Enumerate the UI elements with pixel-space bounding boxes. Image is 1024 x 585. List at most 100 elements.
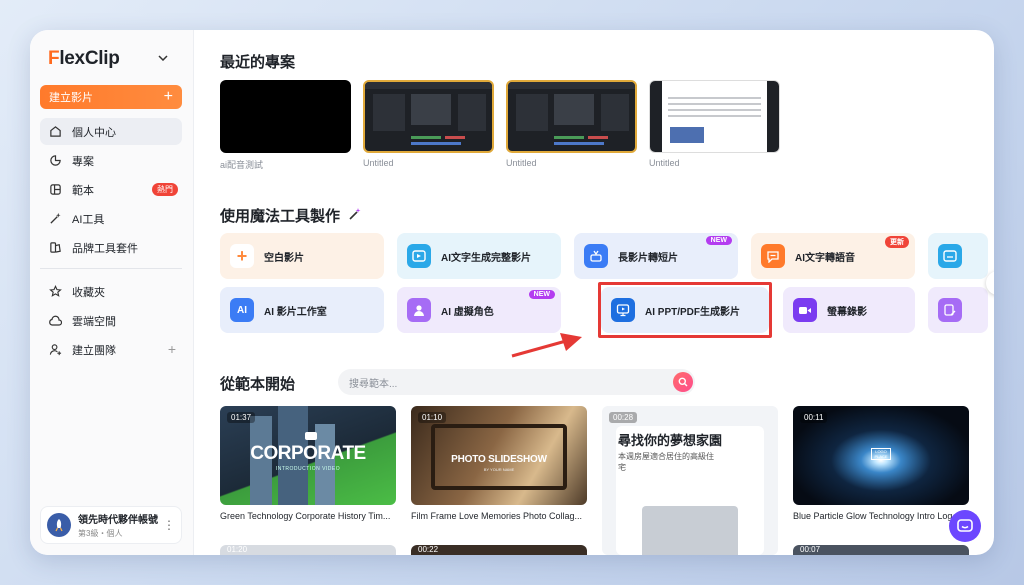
template-card[interactable]: CORPORATE INTRODUCTION VIDEO 01:37 xyxy=(220,406,396,505)
recent-project-label[interactable]: Untitled xyxy=(506,158,537,168)
ai-video-icon xyxy=(407,244,431,268)
template-card[interactable]: LOGO PLACE 00:11 xyxy=(793,406,969,505)
sidebar-item-ai-tools[interactable]: AI工具 xyxy=(40,205,182,232)
highlight-box xyxy=(598,282,772,338)
new-badge: NEW xyxy=(528,290,555,299)
cloud-icon xyxy=(48,314,62,328)
sidebar-item-label: 專案 xyxy=(72,155,94,168)
sidebar: FlexClip 建立影片 + 個人中心 專案 範本 熱門 AI工具 品牌工具套… xyxy=(30,30,194,555)
edit-icon xyxy=(938,298,962,322)
star-icon xyxy=(48,285,62,299)
chat-support-icon[interactable] xyxy=(949,510,981,542)
sidebar-item-home[interactable]: 個人中心 xyxy=(40,118,182,145)
main-content: 最近的專案 ai配音測試 Untitled Untitled Untitled … xyxy=(195,30,994,555)
folder-icon xyxy=(48,154,62,168)
more-vertical-icon[interactable]: ⋮ xyxy=(163,518,175,532)
logo-letter: F xyxy=(48,48,60,69)
tool-ai-video-studio[interactable]: AI AI 影片工作室 xyxy=(220,287,384,333)
template-card[interactable]: PHOTO SLIDESHOW BY YOUR NAME 01:10 xyxy=(411,406,587,505)
sidebar-item-label: 雲端空間 xyxy=(72,315,116,328)
template-search-input[interactable]: 搜尋範本... xyxy=(338,369,695,395)
recent-project-label[interactable]: Untitled xyxy=(649,158,680,168)
sidebar-item-label: 品牌工具套件 xyxy=(72,242,138,255)
sidebar-item-favorites[interactable]: 收藏夾 xyxy=(40,278,182,305)
recent-project-thumb[interactable] xyxy=(363,80,494,153)
search-icon[interactable] xyxy=(673,372,693,392)
search-placeholder: 搜尋範本... xyxy=(349,378,398,390)
template-thumb-subtitle: INTRODUCTION VIDEO xyxy=(275,466,341,472)
recent-project-thumb[interactable] xyxy=(220,80,351,153)
recent-project-thumb[interactable] xyxy=(506,80,637,153)
recent-projects-title: 最近的專案 xyxy=(220,54,296,71)
sidebar-item-templates[interactable]: 範本 熱門 xyxy=(40,176,182,203)
template-card[interactable]: 尋找你的夢想家園 本週房屋適合居住的高級住宅 00:28 xyxy=(602,406,778,555)
account-name: 領先時代夥伴帳號 xyxy=(78,515,158,526)
tool-ai-avatar[interactable]: AI 虛擬角色 NEW xyxy=(397,287,561,333)
avatar-icon xyxy=(407,298,431,322)
tool-text-to-speech[interactable]: AI文字轉語音 更新 xyxy=(751,233,915,279)
tool-label: AI文字生成完整影片 xyxy=(441,252,531,264)
template-duration: 01:37 xyxy=(227,412,256,423)
update-badge: 更新 xyxy=(885,236,909,248)
template-caption[interactable]: Blue Particle Glow Technology Intro Log.… xyxy=(793,511,969,521)
plus-icon: + xyxy=(230,244,254,268)
tool-image[interactable] xyxy=(928,233,988,279)
recent-project-thumb[interactable] xyxy=(649,80,780,153)
recent-project-label[interactable]: ai配音測試 xyxy=(220,158,263,171)
template-duration: 01:10 xyxy=(418,412,447,423)
template-thumb-subtitle: BY YOUR NAME xyxy=(483,467,515,472)
templates-title: 從範本開始 xyxy=(220,376,296,393)
template-duration: 00:11 xyxy=(800,412,828,423)
sidebar-item-cloud[interactable]: 雲端空間 xyxy=(40,307,182,334)
template-thumb-subtitle: 本週房屋適合居住的高級住宅 xyxy=(618,452,714,472)
app-window: FlexClip 建立影片 + 個人中心 專案 範本 熱門 AI工具 品牌工具套… xyxy=(30,30,994,555)
tool-label: 螢幕錄影 xyxy=(827,306,867,318)
sidebar-item-label: 收藏夾 xyxy=(72,286,105,299)
plus-icon: + xyxy=(163,88,173,105)
tool-long-to-short[interactable]: 長影片轉短片 NEW xyxy=(574,233,738,279)
template-duration: 00:22 xyxy=(418,545,439,554)
new-badge: NEW xyxy=(705,236,732,245)
tool-screen-record[interactable]: 螢幕錄影 xyxy=(783,287,915,333)
template-duration: 00:28 xyxy=(609,412,638,423)
template-card[interactable]: 00:22 xyxy=(411,545,587,555)
template-card[interactable]: 00:07 xyxy=(793,545,969,555)
magic-tools-title-text: 使用魔法工具製作 xyxy=(220,208,341,225)
tool-edit[interactable] xyxy=(928,287,988,333)
sidebar-item-brand-kit[interactable]: 品牌工具套件 xyxy=(40,234,182,261)
template-thumb-title: CORPORATE xyxy=(250,443,366,464)
template-caption[interactable]: Film Frame Love Memories Photo Collag... xyxy=(411,511,587,521)
avatar xyxy=(47,513,71,537)
magic-tools-title: 使用魔法工具製作 xyxy=(220,205,362,226)
sidebar-item-projects[interactable]: 專案 xyxy=(40,147,182,174)
tool-blank-video[interactable]: + 空白影片 xyxy=(220,233,384,279)
account-plan: 第3級・個人 xyxy=(78,529,123,538)
add-team-plus-icon[interactable]: + xyxy=(168,341,176,357)
chevron-down-icon[interactable] xyxy=(158,50,168,64)
cut-icon xyxy=(584,244,608,268)
magic-wand-icon xyxy=(348,207,362,225)
account-card[interactable]: 領先時代夥伴帳號 第3級・個人 ⋮ xyxy=(40,506,182,544)
speech-icon xyxy=(761,244,785,268)
template-card[interactable]: 01:20 xyxy=(220,545,396,555)
sidebar-item-label: AI工具 xyxy=(72,213,105,226)
create-video-label: 建立影片 xyxy=(49,92,93,104)
template-thumb-title: LOGO PLACE xyxy=(871,448,891,460)
template-icon xyxy=(48,183,62,197)
tool-label: 長影片轉短片 xyxy=(618,252,678,264)
template-duration: 00:07 xyxy=(800,545,821,554)
screen-record-icon xyxy=(793,298,817,322)
magic-wand-icon xyxy=(48,212,62,226)
tool-ai-text-to-video[interactable]: AI文字生成完整影片 xyxy=(397,233,561,279)
recent-project-label[interactable]: Untitled xyxy=(363,158,394,168)
tool-label: 空白影片 xyxy=(264,252,304,264)
ai-studio-icon: AI xyxy=(230,298,254,322)
template-caption[interactable]: Green Technology Corporate History Tim..… xyxy=(220,511,396,521)
sidebar-item-create-team[interactable]: 建立團隊 + xyxy=(40,336,182,363)
create-video-button[interactable]: 建立影片 + xyxy=(40,85,182,109)
flexclip-logo[interactable]: FlexClip xyxy=(48,48,120,70)
tool-label: AI文字轉語音 xyxy=(795,252,855,264)
template-thumb-title: PHOTO SLIDESHOW xyxy=(451,454,547,465)
home-icon xyxy=(48,125,62,139)
sidebar-item-label: 範本 xyxy=(72,184,94,197)
